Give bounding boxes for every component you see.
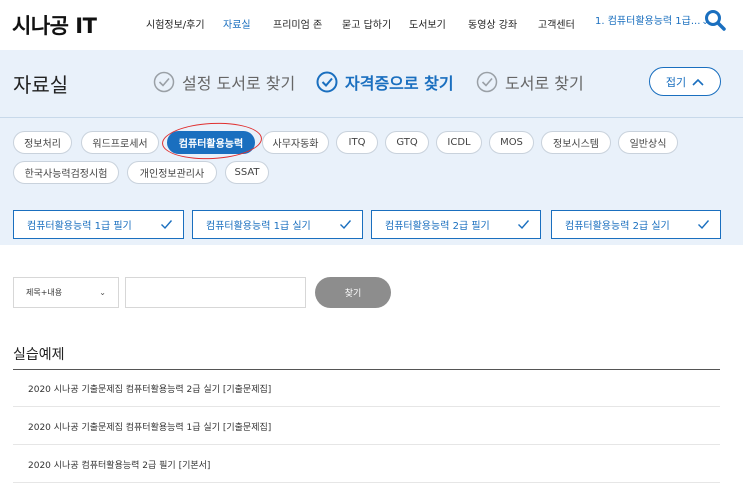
check-icon [698, 220, 710, 230]
check-circle-icon [476, 71, 498, 93]
sub-cat-1-written[interactable]: 컴퓨터활용능력 1급 필기 [13, 210, 184, 239]
chevron-up-icon [692, 78, 704, 86]
search-icon[interactable] [703, 8, 727, 32]
check-circle-icon [316, 71, 338, 93]
sub-cat-label: 컴퓨터활용능력 2급 실기 [565, 221, 670, 232]
chip-info-processing[interactable]: 정보처리 [13, 131, 72, 154]
nav-archive[interactable]: 자료실 [223, 16, 251, 31]
nav-video-lectures[interactable]: 동영상 강좌 [468, 16, 517, 31]
search-input[interactable] [125, 277, 306, 308]
nav-customer-center[interactable]: 고객센터 [538, 16, 575, 31]
sub-cat-1-practical[interactable]: 컴퓨터활용능력 1급 실기 [192, 210, 363, 239]
search-scope-select[interactable]: 제목+내용 ⌄ [13, 277, 119, 308]
sub-cat-2-practical[interactable]: 컴퓨터활용능력 2급 실기 [551, 210, 721, 239]
chip-privacy-manager[interactable]: 개인정보관리사 [127, 161, 217, 184]
chip-ssat[interactable]: SSAT [225, 161, 269, 184]
chip-word-processor[interactable]: 워드프로세서 [81, 131, 159, 154]
list-item[interactable]: 2020 시나공 기출문제집 컴퓨터활용능력 2급 실기 [기출문제집] [13, 370, 720, 407]
site-header: 시나공 IT 시험정보/후기 자료실 프리미엄 존 묻고 답하기 도서보기 동영… [0, 0, 743, 50]
mode-label: 설정 도서로 찾기 [182, 74, 296, 93]
chip-info-system[interactable]: 정보시스템 [541, 131, 611, 154]
chip-icdl[interactable]: ICDL [436, 131, 482, 154]
sub-cat-2-written[interactable]: 컴퓨터활용능력 2급 필기 [371, 210, 541, 239]
nav-qna[interactable]: 묻고 답하기 [342, 16, 391, 31]
list-item[interactable]: 2020 시나공 컴퓨터활용능력 2급 필기 [기본서] [13, 446, 720, 483]
nav-books[interactable]: 도서보기 [409, 16, 446, 31]
chip-itq[interactable]: ITQ [336, 131, 378, 154]
check-circle-icon [153, 71, 175, 93]
chip-office-automation[interactable]: 사무자동화 [262, 131, 329, 154]
check-icon [340, 220, 352, 230]
fold-button[interactable]: 접기 [649, 67, 721, 96]
nav-premium-zone[interactable]: 프리미엄 존 [273, 16, 322, 31]
check-icon [161, 220, 173, 230]
nav-exam-info[interactable]: 시험정보/후기 [146, 16, 205, 31]
chevron-down-icon: ⌄ [99, 288, 106, 297]
sub-cat-label: 컴퓨터활용능력 1급 실기 [206, 221, 311, 232]
mode-label: 자격증으로 찾기 [345, 74, 454, 93]
chip-general-knowledge[interactable]: 일반상식 [618, 131, 678, 154]
popular-search-ticker[interactable]: 1. 컴퓨터활용능력 1급...⌄ [595, 12, 709, 27]
chip-korean-history[interactable]: 한국사능력검정시험 [13, 161, 119, 184]
panel-divider [0, 117, 743, 118]
check-icon [518, 220, 530, 230]
chip-mos[interactable]: MOS [489, 131, 534, 154]
site-logo[interactable]: 시나공 IT [12, 10, 97, 40]
page-title: 자료실 [13, 73, 69, 97]
search-scope-value: 제목+내용 [26, 288, 63, 297]
sub-cat-label: 컴퓨터활용능력 2급 필기 [385, 221, 490, 232]
mode-setting-books[interactable]: 설정 도서로 찾기 [153, 68, 295, 96]
mode-by-books[interactable]: 도서로 찾기 [476, 68, 584, 96]
section-title: 실습예제 [13, 347, 65, 363]
find-button[interactable]: 찾기 [315, 277, 391, 308]
list-item[interactable]: 2020 시나공 기출문제집 컴퓨터활용능력 1급 실기 [기출문제집] [13, 408, 720, 445]
fold-label: 접기 [665, 75, 687, 89]
mode-by-certificate[interactable]: 자격증으로 찾기 [316, 68, 454, 96]
chip-gtq[interactable]: GTQ [385, 131, 429, 154]
sub-cat-label: 컴퓨터활용능력 1급 필기 [27, 221, 132, 232]
mode-label: 도서로 찾기 [505, 74, 584, 93]
chip-computer-literacy[interactable]: 컴퓨터활용능력 [167, 131, 255, 154]
popular-search-text: 1. 컴퓨터활용능력 1급... [595, 16, 701, 27]
